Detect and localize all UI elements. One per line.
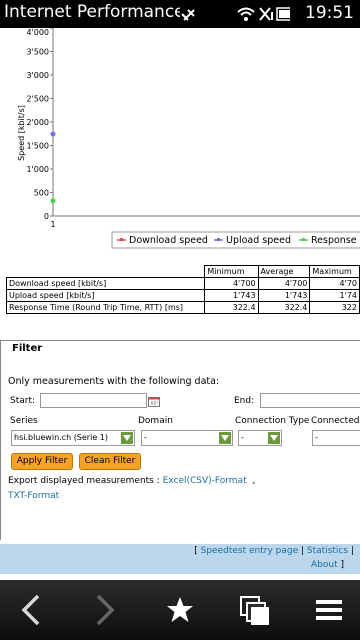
table-cell: 4'700 [204,277,259,290]
status-bar: Internet Performance 19:51 [0,0,360,28]
apply-filter-button[interactable]: Apply Filter [11,453,73,470]
data-point [50,198,56,204]
entry-page-link[interactable]: Speedtest entry page [201,546,299,556]
series-select-value: hsi.bluewin.ch (Serie 1) [14,433,108,442]
about-link[interactable]: About [311,560,338,570]
table-header [7,266,205,278]
star-icon[interactable] [162,592,198,628]
filter-intro: Only measurements with the following dat… [8,376,220,387]
footer-links: [ Speedtest entry page | Statistics | [194,546,354,556]
y-tick-label: 3'000 [26,71,49,80]
connection-type-select[interactable]: - [238,430,282,446]
export-separator: , [252,476,256,486]
start-date-input[interactable] [40,393,147,408]
data-point [50,131,56,137]
y-tick-label: 2'000 [26,118,49,127]
clean-filter-button[interactable]: Clean Filter [79,453,141,470]
export-line: Export displayed measurements : Excel(CS… [8,476,255,486]
table-header: Maximum [309,265,360,278]
open-bracket: [ [194,546,198,556]
forward-icon[interactable] [86,592,122,628]
start-label: Start: [10,396,36,406]
y-tick-label: 3'500 [26,48,49,57]
windows-icon[interactable] [236,592,272,628]
close-bracket: ] [340,560,344,570]
battery-icon [276,7,298,21]
table-header-row: Minimum Average Maximum [7,265,360,278]
table-row: Upload speed [kbit/s] 1'743 1'743 1'74 [5,289,360,302]
domain-select[interactable]: - [141,430,233,446]
calendar-icon[interactable] [148,392,160,407]
export-csv-link[interactable]: Excel(CSV)-Format [163,476,247,486]
y-tick-label: 1'000 [26,165,49,174]
x-tick-label: 1 [50,220,55,229]
domain-select-value: - [144,433,147,442]
y-tick-label: 2'500 [26,95,49,104]
separator: | [301,546,305,556]
table-cell: 1'743 [257,289,311,302]
status-icons [180,4,298,28]
legend-label: Upload speed [226,235,291,246]
browser-toolbar [0,580,360,640]
table-header: Minimum [204,265,259,278]
series-label: Series [10,416,38,426]
back-icon[interactable] [14,592,50,628]
chevron-down-icon [121,432,133,444]
table-cell: 1'74 [309,289,360,302]
table-header: Average [257,265,311,278]
table-row: Response Time (Round Trip Time, RTT) [ms… [5,301,360,314]
row-label: Download speed [kbit/s] [5,277,206,290]
page-footer: [ Speedtest entry page | Statistics | Ab… [0,544,360,574]
chevron-down-icon [268,432,280,444]
table-cell: 4'700 [257,277,311,290]
row-label: Upload speed [kbit/s] [5,289,206,302]
legend-marker [217,238,220,241]
y-tick-label: 4'000 [26,28,49,37]
stats-table: Minimum Average Maximum Download speed [… [5,265,360,314]
connection-type-select-value: - [241,433,244,442]
speed-chart: Speed [kbit/s] 0 500 1'000 1'500 2'000 2'500 3… [17,28,360,249]
footer-links-line2: About ] [311,560,344,570]
y-tick-label: 1'500 [26,142,49,151]
y-tick-label: 500 [34,189,49,198]
end-label: End: [234,396,255,406]
y-tick-label: 0 [44,212,49,221]
clock: 19:51 [305,3,354,23]
separator: | [350,546,354,556]
no-signal-icon [259,7,273,21]
legend-label: Download speed [129,235,208,246]
export-txt-link[interactable]: TXT-Format [8,491,59,501]
table-cell: 1'743 [204,289,259,302]
connected-label: Connected v [311,416,360,426]
series-select[interactable]: hsi.bluewin.ch (Serie 1) [11,430,135,446]
export-label: Export displayed measurements : [8,476,160,486]
row-label: Response Time (Round Trip Time, RTT) [ms… [5,301,206,314]
y-axis-label: Speed [kbit/s] [17,105,26,161]
connected-select[interactable]: - [312,430,360,446]
connected-select-value: - [315,433,318,442]
table-cell: 4'70 [309,277,360,290]
legend-marker [302,238,305,241]
chevron-down-icon [219,432,231,444]
connection-type-label: Connection Type [235,416,310,426]
legend-label: Response [311,235,357,246]
filter-legend: Filter [10,343,45,354]
table-cell: 322 [309,301,360,314]
wifi-icon [237,7,255,21]
table-row: Download speed [kbit/s] 4'700 4'700 4'70 [5,277,360,290]
satellite-icon [181,9,195,21]
table-cell: 322.4 [204,301,259,314]
app-title: Internet Performance [4,2,180,22]
end-date-input[interactable] [260,393,360,408]
domain-label: Domain [138,416,173,426]
table-cell: 322.4 [257,301,311,314]
menu-icon[interactable] [311,592,347,628]
statistics-link[interactable]: Statistics [307,546,348,556]
legend-marker [120,238,123,241]
web-page[interactable]: Speed [kbit/s] 0 500 1'000 1'500 2'000 2'500 3… [0,28,360,580]
